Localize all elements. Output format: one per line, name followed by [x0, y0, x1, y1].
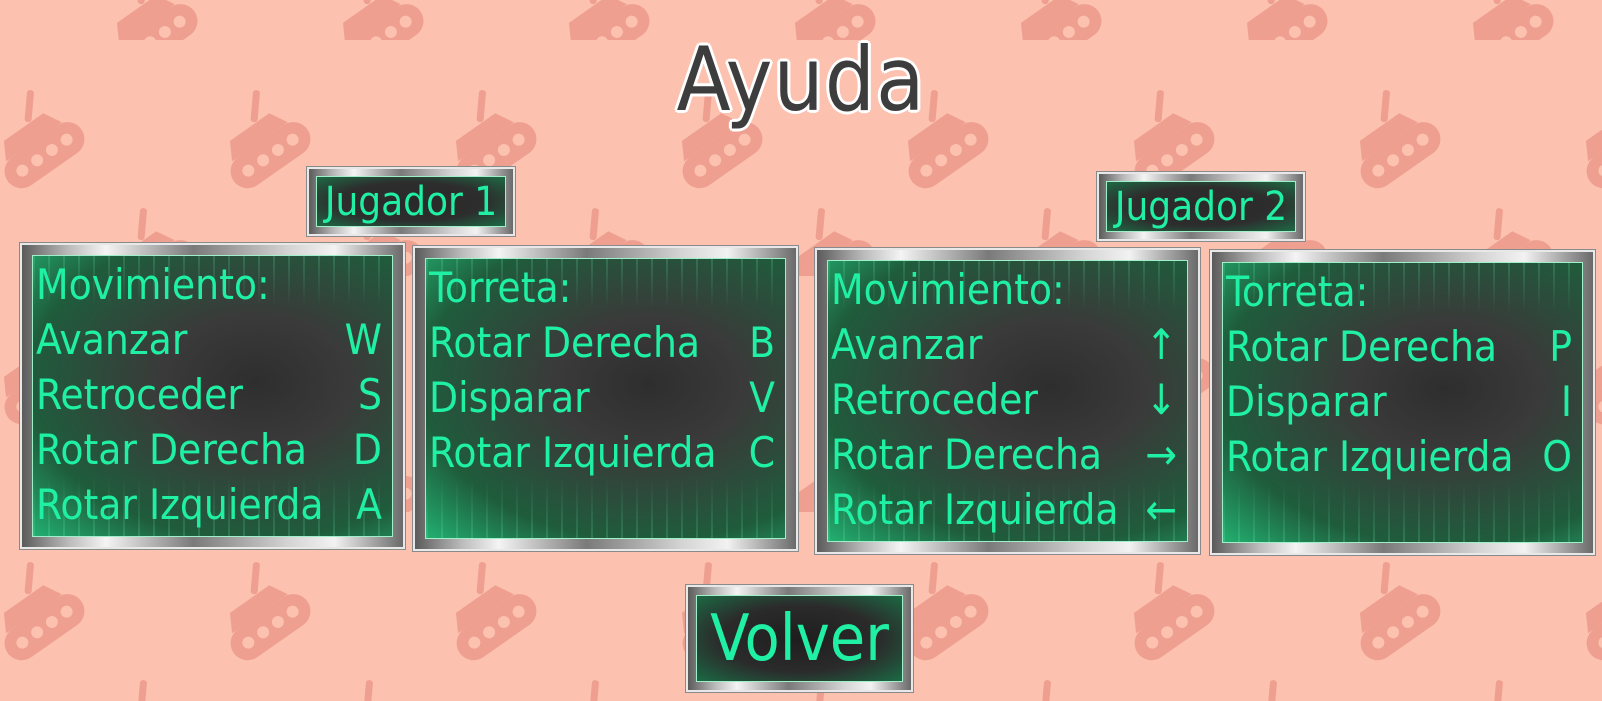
player2-turret-panel: Torreta: Rotar Derecha P Disparar I Rotar …	[1210, 250, 1595, 555]
panel-heading: Torreta:	[1226, 267, 1369, 316]
panel-heading: Torreta:	[429, 263, 572, 312]
control-action: Avanzar	[36, 315, 188, 364]
back-button[interactable]: Volver	[686, 585, 913, 692]
panel-heading: Movimiento:	[831, 265, 1065, 314]
player1-turret-panel: Torreta: Rotar Derecha B Disparar V Rotar …	[413, 246, 798, 551]
control-row: Avanzar W	[36, 312, 392, 367]
control-row: Rotar Derecha B	[429, 315, 785, 370]
control-action: Retroceder	[831, 375, 1038, 424]
control-action: Rotar Derecha	[1226, 322, 1498, 371]
control-key: P	[1549, 322, 1572, 371]
control-row: Retroceder S	[36, 367, 392, 422]
control-action: Rotar Izquierda	[36, 480, 324, 529]
control-key: V	[749, 373, 775, 422]
control-row: Rotar Izquierda A	[36, 477, 392, 532]
control-key: ↑	[1145, 320, 1177, 369]
control-key: I	[1560, 377, 1572, 426]
control-action: Rotar Derecha	[429, 318, 701, 367]
control-action: Avanzar	[831, 320, 983, 369]
control-row: Rotar Izquierda ←	[831, 482, 1187, 537]
control-row: Avanzar ↑	[831, 317, 1187, 372]
control-key: W	[344, 315, 382, 364]
control-key: A	[356, 480, 382, 529]
control-action: Rotar Izquierda	[429, 428, 717, 477]
player2-label: Jugador 2	[1114, 183, 1288, 230]
player1-label: Jugador 1	[324, 178, 498, 225]
control-key: ←	[1145, 485, 1177, 534]
control-row: Rotar Izquierda O	[1226, 429, 1582, 484]
control-key: D	[352, 425, 382, 474]
player2-movement-panel: Movimiento: Avanzar ↑ Retroceder ↓ Rotar D…	[815, 248, 1200, 554]
control-row: Disparar V	[429, 370, 785, 425]
control-key: S	[358, 370, 382, 419]
player2-label-plate: Jugador 2	[1097, 172, 1305, 241]
control-action: Disparar	[429, 373, 590, 422]
control-key: C	[748, 428, 775, 477]
back-button-label: Volver	[710, 601, 889, 676]
control-row: Disparar I	[1226, 374, 1582, 429]
control-action: Rotar Derecha	[831, 430, 1103, 479]
control-key: ↓	[1145, 375, 1177, 424]
player1-movement-panel: Movimiento: Avanzar W Retroceder S Rotar D…	[20, 243, 405, 549]
control-row: Retroceder ↓	[831, 372, 1187, 427]
control-action: Rotar Izquierda	[831, 485, 1119, 534]
page-title: Ayuda	[676, 28, 926, 131]
control-row: Rotar Izquierda C	[429, 425, 785, 480]
control-key: O	[1542, 432, 1572, 481]
control-row: Rotar Derecha →	[831, 427, 1187, 482]
control-key: B	[749, 318, 775, 367]
control-key: →	[1145, 430, 1177, 479]
control-action: Rotar Derecha	[36, 425, 308, 474]
player1-label-plate: Jugador 1	[307, 167, 515, 236]
control-action: Rotar Izquierda	[1226, 432, 1514, 481]
control-action: Disparar	[1226, 377, 1387, 426]
control-action: Retroceder	[36, 370, 243, 419]
control-row: Rotar Derecha P	[1226, 319, 1582, 374]
control-row: Rotar Derecha D	[36, 422, 392, 477]
panel-heading: Movimiento:	[36, 260, 270, 309]
